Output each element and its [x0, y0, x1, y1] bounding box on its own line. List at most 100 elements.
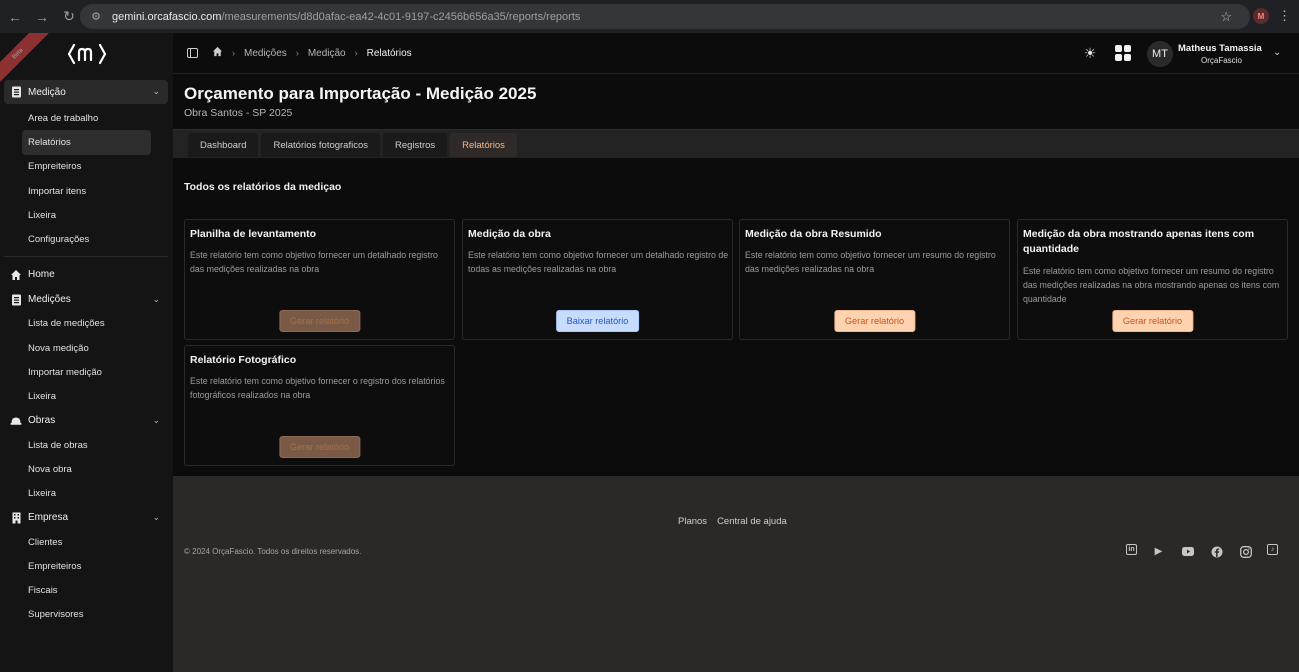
document-icon: [10, 86, 22, 98]
report-card-medicao-apenas-itens: Medição da obra mostrando apenas itens c…: [1017, 219, 1288, 340]
sidebar-item-empreiteiros-empresa[interactable]: Empreiteiros: [4, 554, 168, 578]
sidebar-group-label: Medição: [28, 86, 66, 98]
report-card-planilha: Planilha de levantamento Este relatório …: [184, 219, 455, 340]
page-header: Orçamento para Importação - Medição 2025…: [173, 73, 1299, 129]
helmet-icon: [10, 415, 22, 427]
card-description: Este relatório tem como objetivo fornece…: [745, 250, 996, 274]
chevron-right-icon: ›: [232, 48, 235, 58]
tab-relatorios[interactable]: Relatórios: [450, 133, 517, 157]
sidebar-group-medicoes[interactable]: Medições ⌄: [4, 288, 168, 312]
linkedin-icon[interactable]: in: [1126, 544, 1137, 555]
report-card-relatorio-fotografico: Relatório Fotográfico Este relatório tem…: [184, 345, 455, 466]
chevron-down-icon: ⌄: [152, 86, 160, 96]
url-text[interactable]: gemini.orcafascio.com/measurements/d8d0a…: [112, 11, 580, 23]
sidebar-divider: [4, 255, 168, 257]
breadcrumb: › Medições › Medição › Relatórios: [187, 46, 412, 60]
breadcrumb-medicao[interactable]: Medição: [308, 48, 346, 59]
sidebar-item-relatorios[interactable]: Relatórios: [22, 130, 151, 155]
sidebar-item-fiscais[interactable]: Fiscais: [4, 578, 168, 602]
tab-bar: Dashboard Relatórios fotograficos Regist…: [173, 129, 1299, 158]
main-content: › Medições › Medição › Relatórios ☀ MT M…: [173, 33, 1299, 672]
social-links: in ▶ ♪: [1126, 544, 1278, 559]
chevron-down-icon: ⌄: [152, 293, 160, 304]
sidebar-item-lista-de-medicoes[interactable]: Lista de medições: [4, 312, 168, 336]
sidebar-item-importar-itens[interactable]: Importar itens: [4, 179, 168, 203]
breadcrumb-relatorios: Relatórios: [366, 47, 412, 59]
building-icon: [10, 512, 22, 524]
sidebar-item-supervisores[interactable]: Supervisores: [4, 603, 168, 627]
youtube-icon[interactable]: [1180, 544, 1195, 559]
apps-grid-icon[interactable]: [1115, 45, 1131, 61]
browser-toolbar: ← → ↻ ⚙ gemini.orcafascio.com/measuremen…: [0, 0, 1299, 33]
sidebar-item-lixeira-medicoes[interactable]: Lixeira: [4, 385, 168, 409]
gerar-relatorio-button[interactable]: Gerar relatório: [833, 310, 916, 332]
home-icon[interactable]: [212, 46, 223, 60]
card-description: Este relatório tem como objetivo fornece…: [1023, 266, 1280, 304]
gerar-relatorio-button[interactable]: Gerar relatório: [278, 436, 361, 458]
tab-dashboard[interactable]: Dashboard: [188, 133, 259, 157]
address-bar[interactable]: ⚙ gemini.orcafascio.com/measurements/d8d…: [80, 4, 1250, 29]
avatar[interactable]: MT: [1147, 41, 1173, 67]
footer-link-central-de-ajuda[interactable]: Central de ajuda: [717, 516, 787, 527]
sidebar-item-lixeira-obras[interactable]: Lixeira: [4, 482, 168, 506]
orcafascio-logo[interactable]: [66, 41, 108, 67]
sidebar-item-lista-de-obras[interactable]: Lista de obras: [4, 433, 168, 457]
reload-icon[interactable]: ↻: [56, 4, 82, 30]
bookmark-star-icon[interactable]: ☆: [1220, 9, 1232, 25]
sidebar-item-clientes[interactable]: Clientes: [4, 530, 168, 554]
card-title: Planilha de levantamento: [190, 228, 317, 240]
chevron-down-icon[interactable]: ⌄: [1273, 47, 1281, 58]
profile-avatar[interactable]: M: [1253, 8, 1269, 24]
theme-toggle-sun-icon[interactable]: ☀: [1082, 45, 1098, 61]
back-icon[interactable]: ←: [2, 4, 28, 30]
chevron-down-icon: ⌄: [152, 414, 160, 425]
home-icon: [10, 269, 22, 281]
footer-links: Planos Central de ajuda: [678, 516, 787, 527]
sidebar-item-configuracoes[interactable]: Configurações: [4, 227, 168, 251]
sidebar-item-area-de-trabalho[interactable]: Area de trabalho: [4, 106, 168, 130]
toggle-sidebar-icon[interactable]: [187, 48, 198, 58]
sidebar-item-lixeira[interactable]: Lixeira: [4, 203, 168, 227]
report-card-medicao-resumido: Medição da obra Resumido Este relatório …: [739, 219, 1010, 340]
tiktok-icon[interactable]: ♪: [1267, 544, 1278, 555]
podcast-icon[interactable]: ▶: [1151, 544, 1166, 559]
sidebar-item-nova-obra[interactable]: Nova obra: [4, 457, 168, 481]
card-title: Relatório Fotográfico: [190, 354, 297, 366]
chevron-down-icon: ⌄: [152, 511, 160, 522]
document-icon: [10, 294, 22, 306]
site-info-icon[interactable]: ⚙: [88, 9, 104, 25]
card-description: Este relatório tem como objetivo fornece…: [468, 250, 729, 274]
card-title: Medição da obra mostrando apenas itens c…: [1023, 228, 1255, 255]
sidebar-item-empreiteiros[interactable]: Empreiteiros: [4, 155, 168, 179]
facebook-icon[interactable]: [1209, 544, 1224, 559]
browser-menu-icon[interactable]: ⋮: [1278, 8, 1291, 24]
gerar-relatorio-button[interactable]: Gerar relatório: [1111, 310, 1194, 332]
page-title: Orçamento para Importação - Medição 2025: [184, 84, 537, 103]
sidebar-group-obras[interactable]: Obras ⌄: [4, 409, 168, 433]
instagram-icon[interactable]: [1238, 544, 1253, 559]
breadcrumb-medicoes[interactable]: Medições: [244, 48, 287, 59]
sidebar-group-medicao[interactable]: Medição ⌄: [4, 80, 168, 104]
sidebar-group-empresa[interactable]: Empresa ⌄: [4, 506, 168, 530]
sidebar-item-home[interactable]: Home: [4, 263, 168, 287]
tab-registros[interactable]: Registros: [383, 133, 448, 157]
forward-icon[interactable]: →: [29, 4, 55, 30]
topbar: › Medições › Medição › Relatórios ☀ MT M…: [173, 33, 1299, 73]
baixar-relatorio-button[interactable]: Baixar relatório: [555, 310, 640, 332]
card-description: Este relatório tem como objetivo fornece…: [190, 376, 445, 400]
gerar-relatorio-button[interactable]: Gerar relatório: [278, 310, 361, 332]
sidebar: Beta Medição ⌄ Area de trabalho Relatóri…: [0, 33, 173, 672]
card-description: Este relatório tem como objetivo fornece…: [190, 250, 438, 274]
card-title: Medição da obra Resumido: [745, 228, 882, 240]
tab-relatorios-fotograficos[interactable]: Relatórios fotograficos: [261, 133, 381, 157]
copyright: © 2024 OrçaFascio. Todos os direitos res…: [184, 547, 362, 556]
report-card-medicao-da-obra: Medição da obra Este relatório tem como …: [462, 219, 733, 340]
user-org: OrçaFascio: [1201, 56, 1242, 65]
chevron-right-icon: ›: [295, 48, 299, 58]
sidebar-item-nova-medicao[interactable]: Nova medição: [4, 336, 168, 360]
section-title: Todos os relatórios da mediçao: [184, 181, 342, 193]
sidebar-item-importar-medicao[interactable]: Importar medição: [4, 360, 168, 384]
chevron-right-icon: ›: [354, 48, 358, 58]
user-name[interactable]: Matheus Tamassia: [1178, 43, 1262, 54]
footer-link-planos[interactable]: Planos: [678, 516, 707, 527]
